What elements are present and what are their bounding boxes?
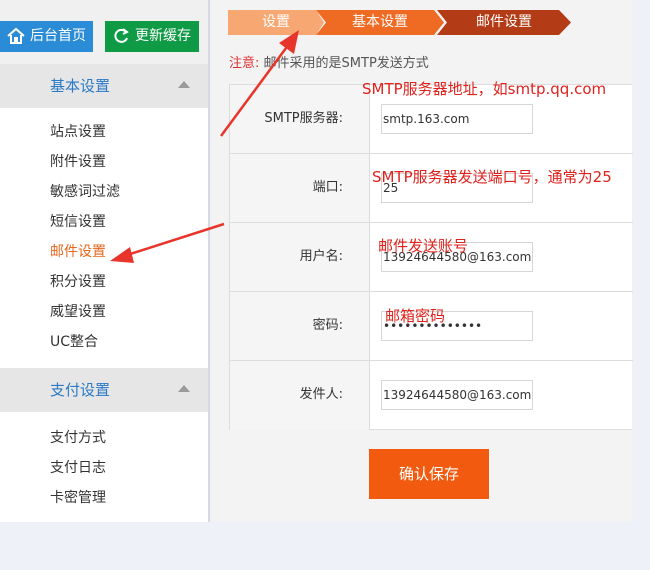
- breadcrumb-label: 基本设置: [352, 14, 408, 30]
- sidebar-item-sensitive-word-filter[interactable]: 敏感词过滤: [50, 180, 120, 204]
- collapse-caret-icon[interactable]: [178, 385, 190, 392]
- sidebar-item-payment-methods[interactable]: 支付方式: [50, 426, 106, 450]
- notice-label: 注意:: [229, 56, 260, 71]
- section-title: 基本设置: [50, 77, 111, 95]
- breadcrumb-label: 邮件设置: [476, 14, 532, 30]
- sidebar-item-prestige-settings[interactable]: 威望设置: [50, 300, 106, 324]
- sidebar-item-sms-settings[interactable]: 短信设置: [50, 210, 106, 234]
- annotation-password: 邮箱密码: [385, 307, 446, 325]
- form-row-username: 用户名:: [230, 223, 633, 292]
- field-label: SMTP服务器:: [230, 85, 370, 153]
- update-cache-label: 更新缓存: [135, 28, 191, 44]
- sidebar-item-uc-integration[interactable]: UC整合: [50, 330, 98, 354]
- field-label: 用户名:: [230, 223, 370, 291]
- refresh-icon: [114, 28, 129, 43]
- admin-home-button[interactable]: 后台首页: [0, 21, 93, 52]
- sidebar-item-payment-log[interactable]: 支付日志: [50, 456, 106, 480]
- smtp-server-input[interactable]: [381, 104, 533, 134]
- email-settings-form: SMTP服务器: 端口: 用户名: 密码: 发件人:: [229, 84, 633, 430]
- form-row-port: 端口:: [230, 154, 633, 223]
- sidebar-item-attachment-settings[interactable]: 附件设置: [50, 150, 106, 174]
- breadcrumb-basic-settings[interactable]: 基本设置: [316, 10, 444, 35]
- collapse-caret-icon[interactable]: [178, 81, 190, 88]
- sidebar: 后台首页 更新缓存 基本设置 站点设置 附件设置 敏感词过滤 短信设置 邮件设置…: [0, 0, 210, 522]
- breadcrumb-email-settings: 邮件设置: [437, 10, 571, 35]
- sidebar-item-card-management[interactable]: 卡密管理: [50, 486, 106, 510]
- breadcrumb-label: 设置: [262, 14, 290, 30]
- home-icon: [7, 27, 25, 44]
- confirm-save-button[interactable]: 确认保存: [369, 449, 489, 499]
- update-cache-button[interactable]: 更新缓存: [105, 21, 199, 52]
- annotation-port: SMTP服务器发送端口号，通常为25: [372, 168, 612, 186]
- sidebar-item-points-settings[interactable]: 积分设置: [50, 270, 106, 294]
- notice-body: 邮件采用的是SMTP发送方式: [263, 56, 429, 71]
- field-label: 密码:: [230, 292, 370, 360]
- field-label: 发件人:: [230, 361, 370, 430]
- sender-input[interactable]: [381, 380, 533, 410]
- annotation-smtp-server: SMTP服务器地址，如smtp.qq.com: [362, 80, 607, 98]
- sidebar-top-buttons: 后台首页 更新缓存: [0, 0, 208, 64]
- field-label: 端口:: [230, 154, 370, 222]
- section-header-payment-settings[interactable]: 支付设置: [0, 368, 208, 412]
- sidebar-item-email-settings[interactable]: 邮件设置: [50, 240, 106, 264]
- notice-text: 注意: 邮件采用的是SMTP发送方式: [229, 52, 429, 71]
- form-row-sender: 发件人:: [230, 361, 633, 430]
- annotation-username: 邮件发送账号: [378, 237, 469, 255]
- section-header-basic-settings[interactable]: 基本设置: [0, 64, 208, 108]
- admin-home-label: 后台首页: [30, 28, 86, 44]
- sidebar-item-site-settings[interactable]: 站点设置: [50, 120, 106, 144]
- form-row-password: 密码:: [230, 292, 633, 361]
- breadcrumb-settings[interactable]: 设置: [228, 10, 324, 35]
- section-title: 支付设置: [50, 381, 111, 399]
